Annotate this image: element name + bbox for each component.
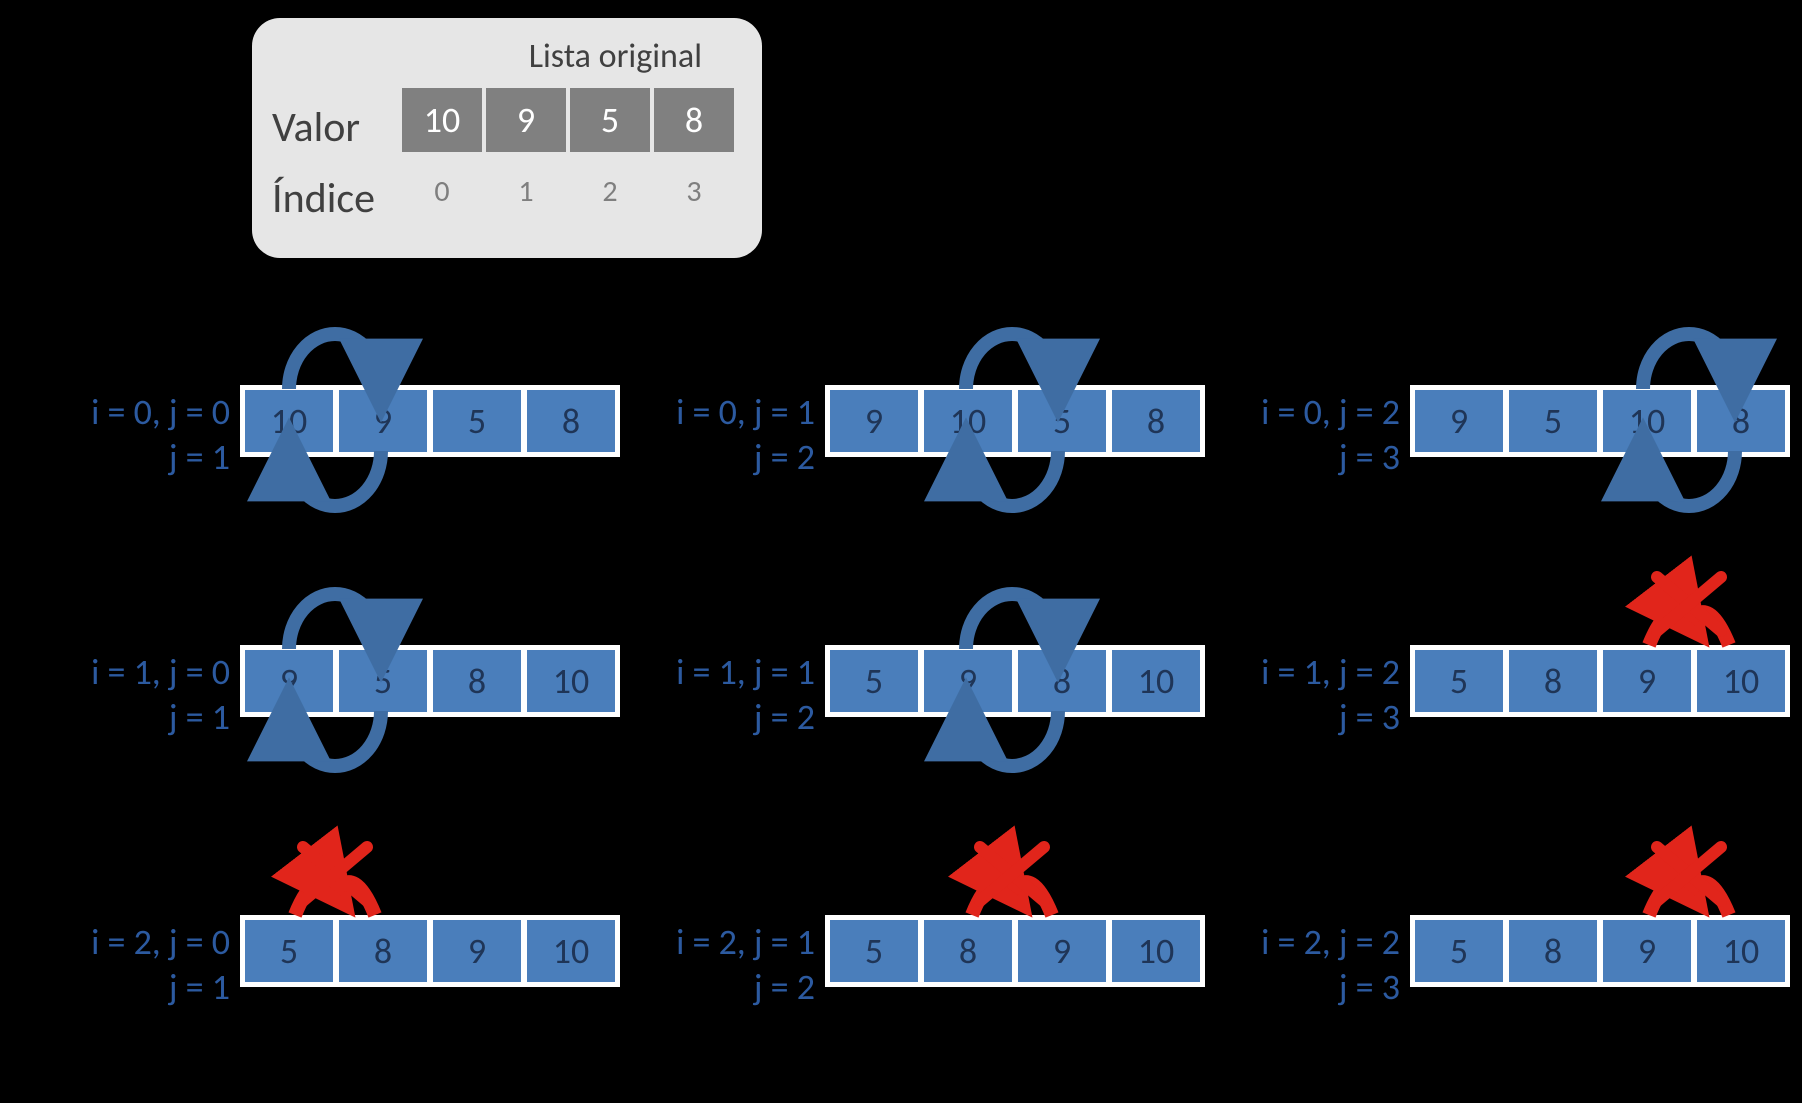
original-cell: 9	[486, 88, 566, 152]
array-cell: 10	[1696, 649, 1786, 713]
array-cell: 8	[432, 649, 522, 713]
step-ij: i = 0, j = 0	[91, 390, 230, 434]
step-j: j = 2	[615, 965, 815, 1010]
array-cell: 9	[1414, 389, 1504, 453]
step-label: i = 0, j = 2j = 3	[1200, 390, 1400, 480]
array-cells: 58910	[1410, 645, 1790, 717]
original-cell: 10	[402, 88, 482, 152]
array-cell: 10	[526, 649, 616, 713]
step-j: j = 3	[1200, 435, 1400, 480]
step-ij: i = 1, j = 0	[91, 650, 230, 694]
array-cells: 58910	[825, 915, 1205, 987]
step-s12: i = 1, j = 2j = 358910	[1200, 560, 1775, 820]
array-cell: 5	[1017, 389, 1107, 453]
array-cell: 9	[338, 389, 428, 453]
array-cell: 8	[1508, 649, 1598, 713]
original-cell: 8	[654, 88, 734, 152]
step-j: j = 1	[30, 695, 230, 740]
original-indices: 0 1 2 3	[402, 173, 734, 210]
step-ij: i = 2, j = 0	[91, 920, 230, 964]
step-j: j = 3	[1200, 965, 1400, 1010]
array-cell: 5	[1414, 919, 1504, 983]
step-s02: i = 0, j = 2j = 395108	[1200, 300, 1775, 560]
array-cell: 10	[1602, 389, 1692, 453]
array-cell: 8	[526, 389, 616, 453]
array-cell: 8	[1508, 919, 1598, 983]
array-cell: 8	[1111, 389, 1201, 453]
array-cell: 5	[432, 389, 522, 453]
step-s00: i = 0, j = 0j = 110958	[30, 300, 605, 560]
array-cell: 9	[1602, 649, 1692, 713]
step-j: j = 2	[615, 435, 815, 480]
step-label: i = 1, j = 0j = 1	[30, 650, 230, 740]
step-ij: i = 2, j = 1	[676, 920, 815, 964]
array-cell: 5	[829, 919, 919, 983]
array-cell: 8	[1696, 389, 1786, 453]
step-label: i = 1, j = 2j = 3	[1200, 650, 1400, 740]
array-cell: 9	[1602, 919, 1692, 983]
array-cell: 10	[923, 389, 1013, 453]
original-cells: 10 9 5 8	[402, 88, 734, 152]
step-j: j = 1	[30, 435, 230, 480]
original-index: 3	[654, 173, 734, 210]
valor-label: Valor	[272, 102, 360, 153]
step-label: i = 2, j = 2j = 3	[1200, 920, 1400, 1010]
step-j: j = 2	[615, 695, 815, 740]
array-cells: 58910	[240, 915, 620, 987]
step-s21: i = 2, j = 1j = 258910	[615, 830, 1190, 1090]
array-cell: 9	[829, 389, 919, 453]
array-cell: 5	[1414, 649, 1504, 713]
array-cell: 9	[923, 649, 1013, 713]
array-cell: 10	[1696, 919, 1786, 983]
array-cells: 10958	[240, 385, 620, 457]
step-ij: i = 1, j = 1	[676, 650, 815, 694]
original-index: 0	[402, 173, 482, 210]
array-cell: 10	[244, 389, 334, 453]
array-cell: 10	[1111, 919, 1201, 983]
indice-label: Índice	[272, 173, 375, 224]
array-cells: 59810	[825, 645, 1205, 717]
array-cell: 8	[1017, 649, 1107, 713]
array-cell: 9	[1017, 919, 1107, 983]
step-s11: i = 1, j = 1j = 259810	[615, 560, 1190, 820]
array-cell: 10	[526, 919, 616, 983]
array-cells: 95108	[1410, 385, 1790, 457]
step-ij: i = 0, j = 1	[676, 390, 815, 434]
array-cell: 9	[244, 649, 334, 713]
array-cells: 58910	[1410, 915, 1790, 987]
step-j: j = 1	[30, 965, 230, 1010]
step-label: i = 2, j = 0j = 1	[30, 920, 230, 1010]
array-cell: 8	[338, 919, 428, 983]
step-label: i = 0, j = 1j = 2	[615, 390, 815, 480]
step-s20: i = 2, j = 0j = 158910	[30, 830, 605, 1090]
array-cell: 5	[1508, 389, 1598, 453]
step-j: j = 3	[1200, 695, 1400, 740]
step-ij: i = 0, j = 2	[1261, 390, 1400, 434]
diagram-stage: Lista original Valor Índice 10 9 5 8 0 1…	[0, 0, 1802, 1103]
original-index: 1	[486, 173, 566, 210]
step-ij: i = 1, j = 2	[1261, 650, 1400, 694]
step-ij: i = 2, j = 2	[1261, 920, 1400, 964]
step-label: i = 2, j = 1j = 2	[615, 920, 815, 1010]
array-cell: 9	[432, 919, 522, 983]
original-list-card: Lista original Valor Índice 10 9 5 8 0 1…	[252, 18, 762, 258]
array-cells: 95810	[240, 645, 620, 717]
step-s01: i = 0, j = 1j = 291058	[615, 300, 1190, 560]
array-cell: 10	[1111, 649, 1201, 713]
original-list-title: Lista original	[529, 36, 702, 77]
step-label: i = 1, j = 1j = 2	[615, 650, 815, 740]
step-s10: i = 1, j = 0j = 195810	[30, 560, 605, 820]
original-cell: 5	[570, 88, 650, 152]
step-s22: i = 2, j = 2j = 358910	[1200, 830, 1775, 1090]
array-cell: 5	[338, 649, 428, 713]
array-cell: 5	[829, 649, 919, 713]
original-index: 2	[570, 173, 650, 210]
array-cell: 5	[244, 919, 334, 983]
array-cell: 8	[923, 919, 1013, 983]
step-label: i = 0, j = 0j = 1	[30, 390, 230, 480]
array-cells: 91058	[825, 385, 1205, 457]
